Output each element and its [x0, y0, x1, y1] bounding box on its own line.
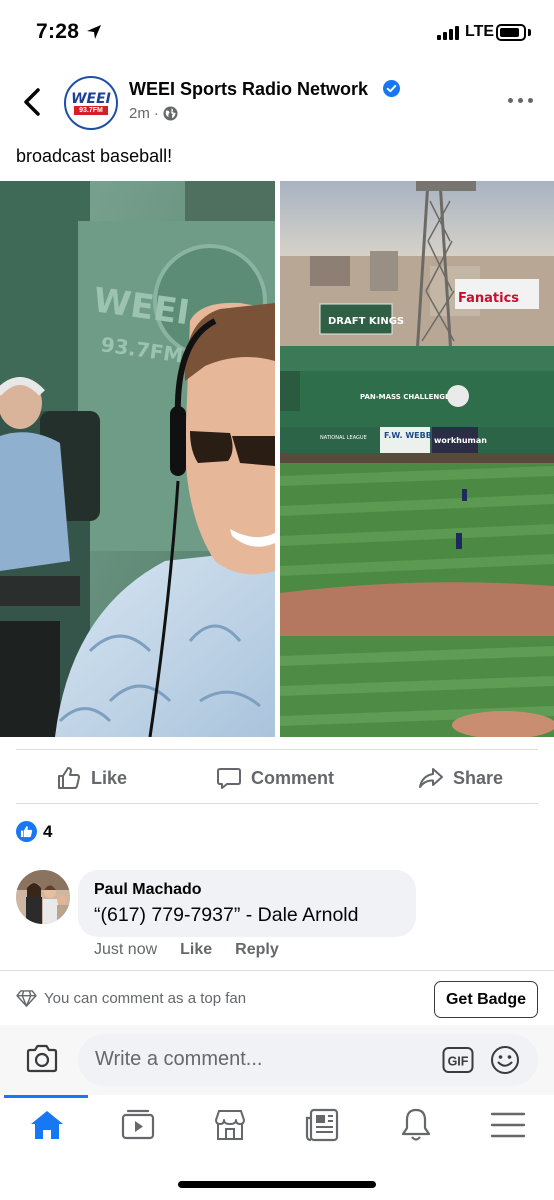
sign-fanatics: Fanatics	[458, 291, 519, 306]
comment-bubble-icon	[217, 768, 241, 789]
comment-text: “(617) 779-7937” - Dale Arnold	[94, 904, 359, 926]
share-arrow-icon	[419, 768, 443, 788]
comment-button[interactable]: Comment	[216, 760, 334, 796]
status-time: 7:28	[36, 20, 80, 43]
sign-panmass: PAN-MASS CHALLENGE	[360, 393, 450, 401]
menu-icon[interactable]	[488, 1106, 528, 1144]
meta-separator: ·	[153, 105, 159, 122]
like-label: Like	[91, 767, 128, 788]
sign-scoreboard: NATIONAL LEAGUE	[320, 435, 367, 441]
page-logo-text: WEEI	[71, 91, 111, 107]
share-label: Share	[453, 767, 504, 788]
reaction-summary[interactable]: 4	[16, 821, 52, 842]
comment-reply-button[interactable]: Reply	[235, 941, 279, 959]
home-indicator[interactable]	[178, 1181, 376, 1188]
gif-icon[interactable]: GIF	[442, 1046, 474, 1074]
notifications-icon[interactable]	[396, 1106, 436, 1144]
watch-icon[interactable]	[118, 1106, 158, 1144]
comment-bubble[interactable]: Paul Machado “(617) 779-7937” - Dale Arn…	[78, 870, 416, 937]
share-button[interactable]: Share	[418, 760, 503, 796]
diamond-badge-icon	[16, 990, 37, 1007]
nav-active-indicator	[4, 1095, 88, 1098]
post-text: broadcast baseball!	[16, 146, 173, 166]
page-logo-sub: 93.7FM	[74, 106, 108, 115]
comment-meta: Just now Like Reply	[94, 941, 279, 959]
network-type: LTE	[465, 23, 495, 40]
page-name[interactable]: WEEI Sports Radio Network	[129, 79, 368, 100]
like-reaction-icon	[16, 821, 37, 842]
action-divider-top	[16, 749, 538, 750]
sign-fwwebb: F.W. WEBB	[384, 431, 432, 440]
marketplace-icon[interactable]	[210, 1106, 250, 1144]
battery-tip	[528, 29, 531, 36]
get-badge-button[interactable]: Get Badge	[434, 981, 538, 1018]
booth-photo-illustration: WEEI 93.7FM	[0, 181, 275, 737]
battery-icon	[496, 24, 526, 41]
top-fan-notice: You can comment as a top fan	[16, 989, 246, 1008]
emoji-icon[interactable]	[490, 1045, 520, 1075]
reaction-count: 4	[43, 821, 53, 841]
post-photo-field[interactable]: Fanatics DRAFT KINGS PAN-MASS CHALLENGE …	[280, 181, 554, 737]
topfan-divider	[0, 970, 554, 971]
post-photo-booth[interactable]: WEEI 93.7FM	[0, 181, 275, 737]
globe-icon	[163, 106, 178, 121]
field-photo-illustration: Fanatics DRAFT KINGS PAN-MASS CHALLENGE …	[280, 181, 554, 737]
post-time[interactable]: 2m	[129, 105, 150, 122]
like-button[interactable]: Like	[56, 760, 127, 796]
home-icon[interactable]	[27, 1106, 67, 1144]
commenter-name[interactable]: Paul Machado	[94, 881, 202, 899]
thumbs-up-icon	[58, 767, 80, 789]
action-divider-bottom	[16, 803, 538, 804]
back-arrow-icon[interactable]	[18, 86, 46, 118]
news-icon[interactable]	[302, 1106, 342, 1144]
sign-workhuman: workhuman	[434, 436, 487, 445]
camera-icon[interactable]	[25, 1044, 59, 1074]
comment-like-button[interactable]: Like	[180, 941, 212, 959]
commenter-avatar[interactable]	[16, 870, 70, 924]
comment-time: Just now	[94, 941, 158, 958]
comment-input-placeholder[interactable]: Write a comment...	[95, 1048, 262, 1071]
post-meta: 2m ·	[129, 105, 178, 122]
gif-label: GIF	[448, 1055, 469, 1069]
more-options-icon[interactable]	[508, 96, 534, 106]
page-avatar[interactable]: WEEI 93.7FM	[64, 76, 118, 130]
cellular-signal-icon	[437, 26, 461, 40]
sign-draftkings: DRAFT KINGS	[328, 316, 404, 327]
status-bar: 7:28 LTE	[0, 0, 554, 66]
top-fan-message: You can comment as a top fan	[44, 990, 247, 1007]
location-arrow-icon	[87, 25, 101, 39]
comment-label: Comment	[251, 767, 335, 788]
verified-badge-icon	[383, 80, 400, 97]
